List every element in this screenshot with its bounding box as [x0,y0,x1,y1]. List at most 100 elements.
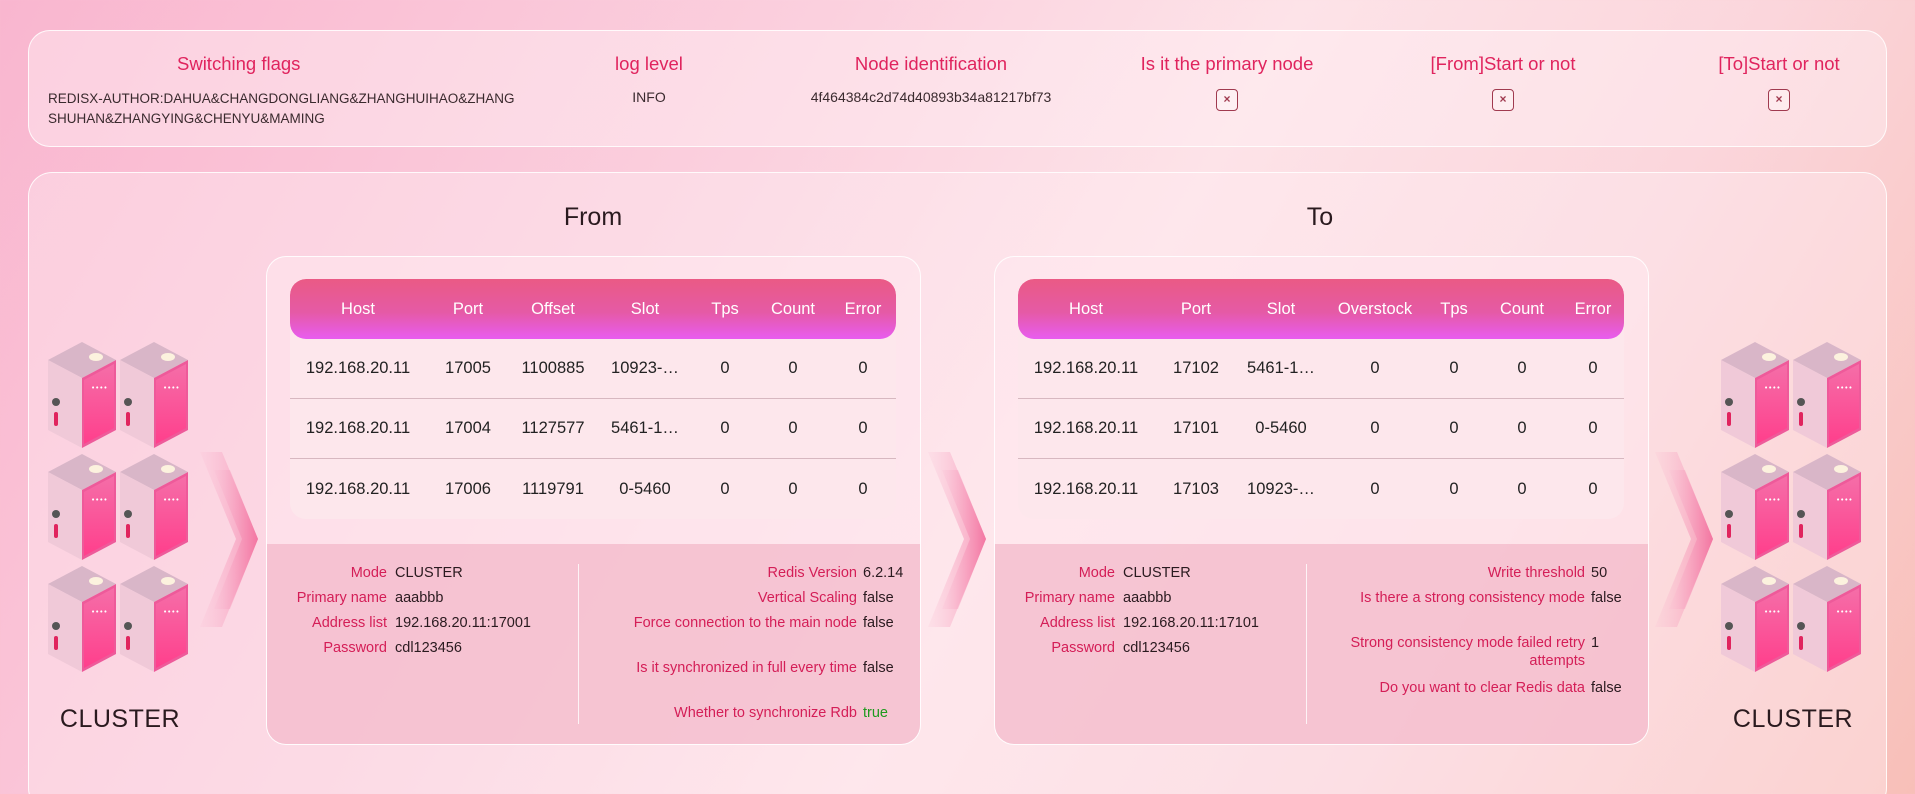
switching-flags-panel: Switching flags REDISX-AUTHOR:DAHUA&CHAN… [28,30,1887,147]
info-field-value: aaabbb [395,590,444,606]
table-row[interactable]: 192.168.20.11 17103 10923-… 0 0 0 0 [1018,459,1624,519]
table-cell: 0 [720,359,730,377]
left-server-cluster-graphic: •••• •••• •••• •••• •••• •••• [44,340,194,685]
to-start-checkbox[interactable]: × [1768,89,1790,111]
table-cell: 192.168.20.11 [1033,359,1139,377]
info-field-label: Whether to synchronize Rdb [674,705,857,721]
table-cell: 0 [1370,359,1380,377]
table-row[interactable]: 192.168.20.11 17006 1119791 0-5460 0 0 0 [290,459,896,519]
info-field-value: true [863,705,888,721]
table-cell: 0 [858,359,868,377]
column-header[interactable]: Offset [510,300,596,319]
table-cell: 1100885 [521,359,585,377]
server-icon: •••• [1717,340,1791,455]
info-field-label: Is there a strong consistency mode [1360,590,1585,606]
from-title: From [563,203,623,231]
table-cell: 0-5460 [1255,419,1307,437]
node-id-value: 4f464384c2d74d40893b34a81217bf73 [810,89,1052,105]
table-cell: 0-5460 [619,479,671,498]
info-field-label: Redis Version [767,565,857,581]
from-table: Host Port Offset Slot Tps Count Error 192.168.… [290,279,896,519]
info-field-value: cdl123456 [1123,640,1190,656]
table-cell: 1127577 [521,419,585,437]
svg-text:••••: •••• [163,496,180,504]
table-cell: 0 [858,479,868,498]
column-header[interactable]: Slot [596,300,694,319]
server-icon: •••• [1717,452,1791,567]
table-cell: 0 [788,419,798,437]
table-cell: 17102 [1173,359,1219,377]
info-field-value: 50 [1591,565,1608,581]
info-field-label: Password [1051,640,1115,656]
column-header[interactable]: Count [1482,300,1562,319]
column-header[interactable]: Tps [694,300,756,319]
column-header[interactable]: Count [756,300,830,319]
table-cell: 0 [1588,419,1598,437]
table-row[interactable]: 192.168.20.11 17004 1127577 5461-1… 0 0 0 [290,399,896,459]
info-field-label: Mode [350,565,387,581]
from-table-body: 192.168.20.11 17005 1100885 10923-… 0 0 0 192.1… [290,339,896,519]
server-icon: •••• [44,452,118,567]
from-start-checkbox[interactable]: × [1492,89,1514,111]
info-field-value: aaabbb [1123,590,1172,606]
table-row[interactable]: 192.168.20.11 17101 0-5460 0 0 0 0 [1018,399,1624,459]
info-field-label: Mode [1078,565,1115,581]
svg-text:••••: •••• [1764,608,1781,616]
info-field-value: CLUSTER [395,565,463,581]
to-table-header: Host Port Slot Overstock Tps Count Error [1018,279,1624,339]
to-start-column: [To]Start or not × [1639,53,1915,111]
from-card: Host Port Offset Slot Tps Count Error 192.168.… [266,256,921,745]
switching-flags-label: Switching flags [177,53,301,74]
left-cluster-label: CLUSTER [59,705,181,733]
from-table-header: Host Port Offset Slot Tps Count Error [290,279,896,339]
from-info-divider [578,564,579,724]
table-cell: 10923-… [1247,479,1315,498]
primary-node-label: Is it the primary node [1140,53,1314,74]
svg-text:••••: •••• [91,608,108,616]
table-cell: 5461-1… [1247,359,1315,377]
table-cell: 0 [858,419,868,437]
column-header[interactable]: Slot [1238,300,1324,319]
table-cell: 0 [1370,479,1380,498]
table-cell: 1119791 [522,479,584,498]
info-field-value: false [863,660,894,676]
server-icon: •••• [1789,564,1863,679]
column-header[interactable]: Tps [1426,300,1482,319]
right-cluster-label: CLUSTER [1732,705,1854,733]
table-cell: 192.168.20.11 [305,419,411,437]
log-level-label: log level [615,53,683,74]
info-field-label: Write threshold [1487,565,1585,581]
column-header[interactable]: Port [426,300,510,319]
table-cell: 0 [788,479,798,498]
column-header[interactable]: Error [1562,300,1624,319]
info-field-label: Vertical Scaling [757,590,857,606]
info-field-value: cdl123456 [395,640,462,656]
table-row[interactable]: 192.168.20.11 17005 1100885 10923-… 0 0 0 [290,339,896,399]
column-header[interactable]: Host [1018,300,1154,319]
info-field-label: Force connection to the main node [633,615,857,631]
from-info-area: Mode CLUSTER Primary name aaabbb Address lis… [267,544,920,744]
table-cell: 0 [788,359,798,377]
primary-node-checkbox[interactable]: × [1216,89,1238,111]
column-header[interactable]: Overstock [1324,300,1426,319]
log-level-column: log level INFO [569,53,729,105]
table-cell: 192.168.20.11 [305,479,411,498]
info-field-label: Address list [312,615,387,631]
to-card: Host Port Slot Overstock Tps Count Error 192.1… [994,256,1649,745]
table-cell: 192.168.20.11 [1033,479,1139,498]
table-cell: 17004 [445,419,491,437]
from-start-label: [From]Start or not [1430,53,1576,74]
table-cell: 17006 [445,479,491,498]
switching-flags-column: Switching flags [177,53,300,75]
to-info-divider [1306,564,1307,724]
svg-text:••••: •••• [1764,384,1781,392]
svg-text:••••: •••• [91,384,108,392]
switching-flags-value-wrap: REDISX-AUTHOR:DAHUA&CHANGDONGLIANG&ZHANG… [48,89,518,129]
table-cell: 0 [1449,419,1459,437]
column-header[interactable]: Host [290,300,426,319]
column-header[interactable]: Error [830,300,896,319]
table-row[interactable]: 192.168.20.11 17102 5461-1… 0 0 0 0 [1018,339,1624,399]
primary-node-column: Is it the primary node × [1087,53,1367,111]
svg-text:••••: •••• [163,608,180,616]
column-header[interactable]: Port [1154,300,1238,319]
